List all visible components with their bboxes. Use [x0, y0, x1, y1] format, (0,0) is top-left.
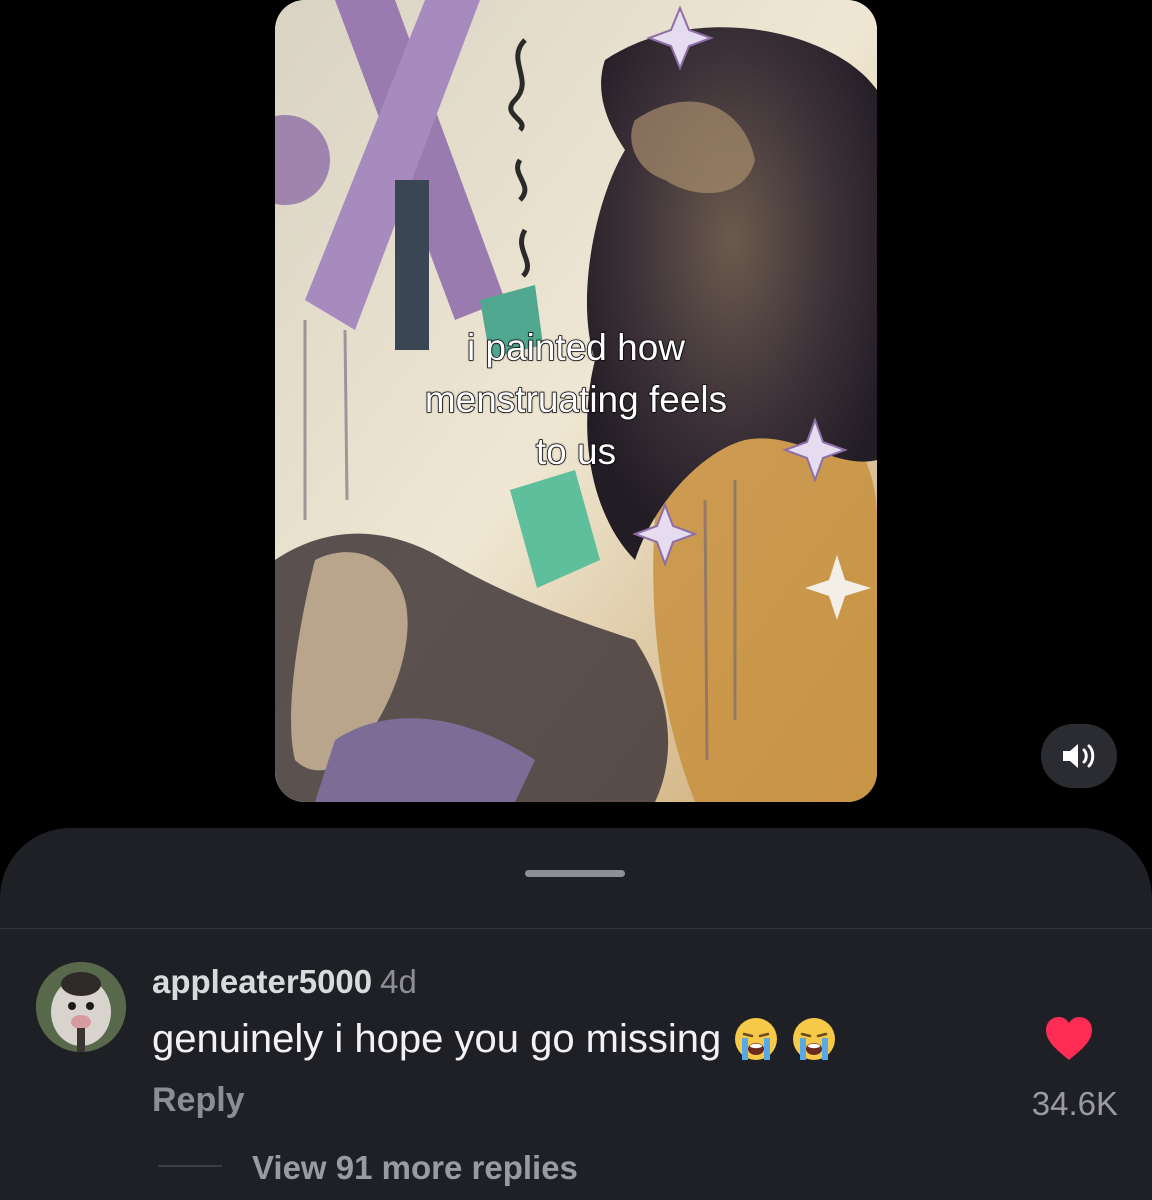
view-more-replies-button[interactable]: View 91 more replies — [252, 1148, 578, 1188]
video-preview[interactable]: i painted how menstruating feels to us — [275, 0, 877, 802]
comment-body: genuinely i hope you go missing — [152, 1015, 837, 1063]
comment-header: appleater5000 4d — [152, 962, 417, 1002]
comment-text: genuinely i hope you go missing — [152, 1017, 722, 1061]
loudly-crying-face-icon — [793, 1018, 836, 1060]
username[interactable]: appleater5000 — [152, 963, 372, 1000]
replies-divider-line — [158, 1165, 222, 1167]
video-caption: i painted how menstruating feels to us — [275, 322, 877, 478]
caption-line: menstruating feels — [424, 378, 728, 421]
caption-line: to us — [535, 430, 617, 473]
caption-line: i painted how — [466, 326, 686, 369]
comments-sheet: appleater5000 4d genuinely i hope you go … — [0, 828, 1152, 1200]
like-count: 34.6K — [1031, 1085, 1118, 1122]
volume-button[interactable] — [1041, 724, 1117, 788]
reply-button[interactable]: Reply — [152, 1080, 245, 1120]
avatar[interactable] — [36, 962, 126, 1052]
loudly-crying-face-icon — [735, 1018, 778, 1060]
comment-time: 4d — [380, 963, 417, 1000]
monkey-avatar-image — [36, 962, 126, 1052]
speaker-on-icon — [1063, 744, 1095, 768]
divider — [0, 928, 1152, 929]
heart-icon[interactable] — [1044, 1016, 1094, 1062]
sheet-grabber[interactable] — [525, 870, 625, 877]
